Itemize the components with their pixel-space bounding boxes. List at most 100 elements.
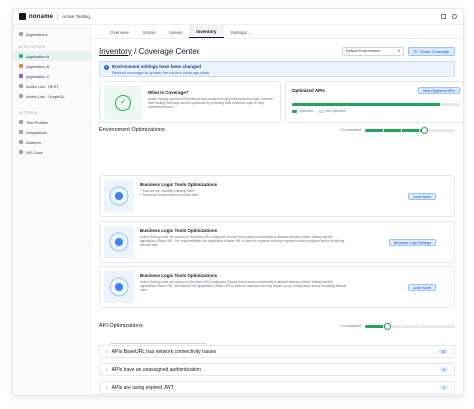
env-progress-track	[365, 126, 455, 134]
legend-item: Not Optimized	[318, 109, 346, 113]
progress-segment-divider	[419, 128, 420, 132]
optimized-progress-fill	[292, 103, 440, 106]
check-coverage-button[interactable]: ↻ Check Coverage	[407, 46, 455, 56]
sidebar-item-app[interactable]: Active Lab - REST	[13, 81, 90, 91]
progress-segment-divider	[401, 324, 402, 328]
main-content: Overview Scans Issues Inventory Settings ⌄ In…	[91, 25, 463, 395]
docs-icon	[19, 150, 23, 154]
app-color-icon	[19, 84, 23, 88]
optimization-card: Business Logic Tools Optimizations * Tool…	[99, 175, 455, 217]
tab-label: Overview	[110, 30, 129, 35]
optimization-card-text: Active Testing could not connect to the …	[140, 235, 350, 248]
coverage-illustration: ✓	[104, 86, 142, 120]
optimization-card-title: Business Logic Tools Optimizations	[140, 182, 218, 187]
env-progress: 2/3 completed	[340, 126, 455, 134]
sidebar-item-label: Applications	[26, 31, 48, 37]
divider	[57, 13, 59, 20]
view-optimized-apis-button[interactable]: View Optimized APIs	[417, 87, 460, 94]
chevron-right-icon: ›	[106, 366, 108, 373]
inventory-link[interactable]: Inventory	[99, 47, 132, 56]
optimization-card-line: * Tools have reached their execution lim…	[140, 193, 200, 198]
check-coverage-label: Check Coverage	[419, 48, 449, 54]
tab-settings[interactable]: Settings ⌄	[224, 25, 260, 38]
chevron-down-icon: ⌄	[248, 30, 253, 35]
optimization-card-line: Active Testing could not connect to the …	[140, 235, 345, 248]
api-item-count-badge: 10	[438, 349, 448, 354]
tab-inventory[interactable]: Inventory	[189, 25, 224, 38]
app-color-icon	[19, 64, 23, 68]
progress-segment-divider	[419, 324, 420, 328]
tab-scans[interactable]: Scans	[136, 25, 163, 38]
tab-overview[interactable]: Overview	[103, 25, 136, 38]
progress-segment-divider	[383, 128, 384, 132]
environment-value: Default Environment	[345, 49, 381, 53]
optimized-apis-card: Optimized APIs View Optimized APIs Optim…	[285, 81, 463, 123]
api-item-count-badge: 4	[440, 367, 448, 372]
sidebar-section-heading: APPLICATIONS	[19, 45, 46, 49]
sidebar-item-app[interactable]: Application A	[13, 51, 90, 61]
api-optimization-item[interactable]: › APIs BaseURL has network connectivity i…	[99, 345, 455, 358]
tab-label: Settings	[230, 30, 247, 35]
api-progress: 1/4 completed	[340, 322, 455, 330]
sidebar-item-setting[interactable]: Workers	[13, 137, 90, 147]
breadcrumb: Active Testing	[62, 14, 90, 19]
api-item-count-badge: 2	[440, 385, 448, 390]
tab-issues[interactable]: Issues	[162, 25, 189, 38]
env-progress-fill	[365, 128, 425, 132]
sidebar-settings: Test Profiles Integrations Workers API Docs	[13, 117, 90, 157]
brand-logo[interactable]: noname	[19, 13, 53, 20]
optimization-card-button[interactable]: Learn More	[408, 193, 436, 200]
sidebar-item-label: Application B	[26, 63, 50, 69]
api-item-label: APIs have an unassigned authentication	[111, 366, 201, 373]
user-icon[interactable]	[452, 14, 457, 19]
legend-swatch	[318, 109, 324, 113]
banner-text: Refresh coverage to update the current c…	[112, 70, 211, 75]
chevron-right-icon: ›	[106, 348, 108, 355]
api-progress-label: 1/4 completed	[340, 324, 361, 328]
sidebar-item-label: Integrations	[26, 129, 47, 135]
sidebar-item-setting[interactable]: API Docs	[13, 147, 90, 157]
api-optimization-item[interactable]: › APIs are using expired JWT 2	[99, 381, 455, 394]
optimization-card-button[interactable]: Business Logic Settings	[388, 239, 436, 246]
legend-swatch	[292, 109, 297, 113]
network-icon	[104, 180, 134, 212]
check-icon: ✓	[120, 97, 127, 106]
app-color-icon	[19, 94, 23, 98]
sidebar: Applications APPLICATIONS Application AA…	[13, 25, 91, 395]
env-progress-label: 2/3 completed	[340, 128, 361, 132]
sidebar-item-setting[interactable]: Integrations	[13, 127, 90, 137]
top-bar: noname Active Testing	[13, 9, 463, 25]
sidebar-item-label: Test Profiles	[26, 119, 48, 125]
what-is-title: What Is Coverage?	[148, 90, 189, 95]
sidebar-item-app[interactable]: Active Lab - GraphQL	[13, 91, 90, 101]
target-icon	[104, 226, 134, 258]
grid-icon[interactable]	[441, 14, 446, 19]
page-title-rest: / Coverage Center	[131, 46, 200, 56]
optimization-card-button[interactable]: Learn More	[408, 284, 436, 291]
tab-label: Scans	[142, 30, 156, 35]
optimized-legend: Optimized Not Optimized	[292, 109, 346, 113]
sidebar-item-app[interactable]: Application C	[13, 71, 90, 81]
optimization-card-text: * Tools are off, consider enabling them*…	[140, 189, 350, 197]
sidebar-item-applications[interactable]: Applications	[13, 29, 90, 39]
environment-select[interactable]: Default Environment ▾	[341, 46, 404, 56]
legend-label: Not Optimized	[325, 109, 346, 113]
sidebar-apps: Application A Application B Application C A…	[13, 51, 90, 101]
sidebar-item-label: Application C	[26, 73, 50, 79]
api-item-label: APIs are using expired JWT	[111, 384, 174, 391]
environment-optimizations-header: Environment Optimizations 2/3 completed	[99, 125, 455, 135]
page-title: Inventory / Coverage Center	[99, 47, 200, 56]
api-item-label: APIs BaseURL has network connectivity is…	[111, 348, 217, 355]
sidebar-item-app[interactable]: Application B	[13, 61, 90, 71]
sidebar-item-label: API Docs	[26, 149, 43, 155]
sidebar-item-setting[interactable]: Test Profiles	[13, 117, 90, 127]
chevron-right-icon: ›	[106, 384, 108, 391]
api-optimization-item[interactable]: › APIs have an unassigned authentication 4	[99, 363, 455, 376]
applications-icon	[19, 32, 23, 36]
sidebar-item-label: Active Lab - GraphQL	[26, 93, 65, 99]
info-icon: i	[104, 65, 109, 70]
chevron-down-icon: ▾	[398, 49, 400, 53]
tab-label: Inventory	[196, 29, 217, 34]
refresh-icon: ↻	[413, 48, 418, 54]
progress-segment-divider	[401, 128, 402, 132]
